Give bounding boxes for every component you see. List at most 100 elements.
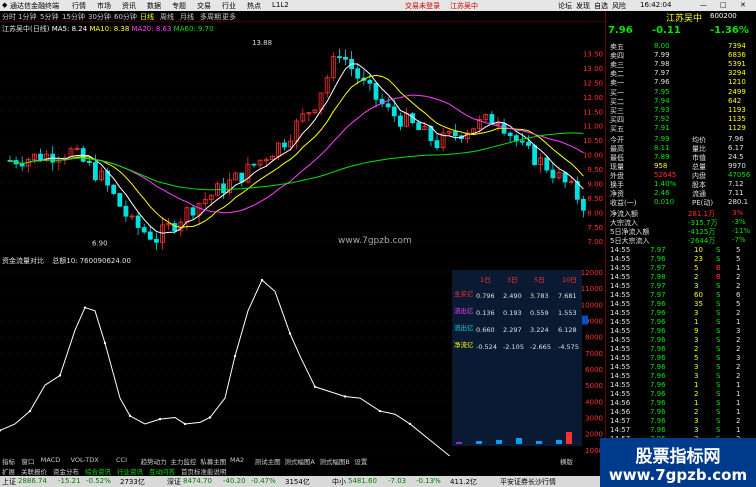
tick-row[interactable]: 14:55 7.96 2 S 1 bbox=[606, 390, 756, 399]
period-30min[interactable]: 30分钟 bbox=[88, 12, 111, 22]
tick-row[interactable]: 14:55 7.96 23 S 5 bbox=[606, 255, 756, 264]
tick-row[interactable]: 14:55 7.96 3 S 2 bbox=[606, 336, 756, 345]
period-60min[interactable]: 60分钟 bbox=[114, 12, 137, 22]
stat-row[interactable]: 最高 8.11 量比 6.17 bbox=[606, 144, 756, 153]
link-luntan[interactable]: 论坛 bbox=[558, 1, 572, 11]
menu-redian[interactable]: 热点 bbox=[247, 1, 261, 11]
tick-row[interactable]: 14:55 7.96 3 S 2 bbox=[606, 363, 756, 372]
bid-row[interactable]: 买四 7.92 1135 bbox=[606, 115, 756, 124]
stat-row[interactable]: 今开 7.99 均价 7.96 bbox=[606, 135, 756, 144]
stat-row-cell-1: 7.89 bbox=[654, 153, 670, 161]
flow-row[interactable]: 5日大宗流入 -2644万 -7% bbox=[606, 236, 756, 245]
extension-tab-4[interactable]: 行业资讯 bbox=[117, 466, 143, 476]
extension-tab-1[interactable]: 关联报价 bbox=[21, 466, 47, 476]
candle-body bbox=[111, 184, 117, 194]
ma10-line bbox=[9, 74, 584, 228]
indicator-tab-4[interactable]: CCI bbox=[116, 456, 127, 464]
period-day[interactable]: 日线 bbox=[140, 12, 154, 22]
minimize-icon[interactable]: — bbox=[700, 1, 707, 9]
stat-row[interactable]: 净资 2.46 流通 7.11 bbox=[606, 189, 756, 198]
tick-row[interactable]: 14:55 7.96 3 S 2 bbox=[606, 309, 756, 318]
tick-row[interactable]: 14:57 7.96 3 S 1 bbox=[606, 426, 756, 435]
link-faxian[interactable]: 发现 bbox=[576, 1, 590, 11]
trade-status[interactable]: 交易未登录 bbox=[405, 1, 440, 11]
menu-zhuanti[interactable]: 专题 bbox=[172, 1, 186, 11]
bid-row[interactable]: 买一 7.95 2499 bbox=[606, 88, 756, 97]
maximize-icon[interactable]: □ bbox=[720, 1, 727, 9]
tick-row[interactable]: 14:55 7.97 3 S 2 bbox=[606, 282, 756, 291]
menu-zixun[interactable]: 资讯 bbox=[122, 1, 136, 11]
tick-row[interactable]: 14:55 7.96 2 S 2 bbox=[606, 345, 756, 354]
menu-hangqing[interactable]: 行情 bbox=[72, 1, 86, 11]
ask-row[interactable]: 卖二 7.97 3294 bbox=[606, 69, 756, 78]
menu-jiaoyi[interactable]: 交易 bbox=[197, 1, 211, 11]
tick-row[interactable]: 14:55 7.96 3 S 2 bbox=[606, 372, 756, 381]
tick-row[interactable]: 14:55 7.97 60 S 6 bbox=[606, 291, 756, 300]
period-5min[interactable]: 5分钟 bbox=[40, 12, 58, 22]
period-week[interactable]: 周线 bbox=[160, 12, 174, 22]
extension-tab-2[interactable]: 资金分布 bbox=[53, 466, 79, 476]
stat-row[interactable]: 收益(一) 0.010 PE(动) 280.1 bbox=[606, 198, 756, 207]
tick-row[interactable]: 14:55 7.97 5 B 1 bbox=[606, 264, 756, 273]
period-month[interactable]: 月线 bbox=[180, 12, 194, 22]
kline-chart[interactable]: 江苏吴中(日线) MA5: 8.24 MA10: 8.38 MA20: 8.63… bbox=[0, 22, 605, 254]
link-zixuan[interactable]: 自选 bbox=[594, 1, 608, 11]
tick-row[interactable]: 14:55 7.96 35 S 5 bbox=[606, 300, 756, 309]
indicator-tab-3[interactable]: VOL-TDX bbox=[71, 456, 99, 464]
tick-row-cell-1: 7.96 bbox=[650, 327, 666, 335]
stat-row[interactable]: 现量 958 总量 9970 bbox=[606, 162, 756, 171]
tick-row[interactable]: 14:55 7.96 5 S 3 bbox=[606, 354, 756, 363]
extension-tab-0[interactable]: 扩展 bbox=[2, 466, 15, 476]
menu-shuju[interactable]: 数据 bbox=[147, 1, 161, 11]
link-fengxian[interactable]: 风险 bbox=[612, 1, 626, 11]
close-icon[interactable]: ✕ bbox=[740, 1, 746, 9]
tick-row[interactable]: 14:55 7.96 1 S 1 bbox=[606, 381, 756, 390]
ask-row[interactable]: 卖三 7.98 5391 bbox=[606, 60, 756, 69]
index-name-1[interactable]: 深证 bbox=[167, 477, 181, 487]
index-name-2[interactable]: 中小 bbox=[332, 477, 346, 487]
bid-row[interactable]: 买五 7.91 1129 bbox=[606, 124, 756, 133]
period-fenshi[interactable]: 分时 bbox=[2, 12, 16, 22]
tick-row[interactable]: 14:55 7.96 1 S 1 bbox=[606, 318, 756, 327]
extension-tab-3[interactable]: 综合资讯 bbox=[85, 466, 111, 476]
tick-row-cell-0: 14:55 bbox=[610, 354, 631, 362]
flow-row-cell-0: 5日大宗流入 bbox=[610, 237, 650, 245]
ask-row[interactable]: 卖四 7.99 6836 bbox=[606, 51, 756, 60]
sub-yaxis-label: 3000 bbox=[585, 415, 603, 423]
tick-row[interactable]: 14:55 7.96 9 S 3 bbox=[606, 327, 756, 336]
period-1min[interactable]: 1分钟 bbox=[18, 12, 36, 22]
period-multi[interactable]: 多周期 bbox=[200, 12, 221, 22]
tick-row[interactable]: 14:56 7.96 1 S 1 bbox=[606, 399, 756, 408]
menu-shichang[interactable]: 市场 bbox=[97, 1, 111, 11]
menu-hangye[interactable]: 行业 bbox=[222, 1, 236, 11]
tick-row[interactable]: 14:55 7.97 10 S 5 bbox=[606, 246, 756, 255]
tick-row-cell-0: 14:55 bbox=[610, 309, 631, 317]
flow-point bbox=[208, 416, 212, 419]
indicator-tab-2[interactable]: MACD bbox=[41, 456, 60, 464]
flow-row[interactable]: 净流入额 281.1万 3% bbox=[606, 209, 756, 218]
flow-row[interactable]: 大宗流入 -315.7万 -3% bbox=[606, 218, 756, 227]
ask-row[interactable]: 卖一 7.96 1210 bbox=[606, 78, 756, 87]
ask-row[interactable]: 卖五 8.00 7394 bbox=[606, 42, 756, 51]
tick-row-cell-4: 2 bbox=[736, 273, 741, 281]
indicator-tab-8[interactable]: MA2 bbox=[230, 456, 244, 464]
tick-row[interactable]: 14:55 7.98 2 B 2 bbox=[606, 273, 756, 282]
stat-row[interactable]: 外盘 52645 内盘 47056 bbox=[606, 171, 756, 180]
tick-row-cell-3: S bbox=[716, 309, 721, 317]
stat-row[interactable]: 最低 7.89 市值 24.5 bbox=[606, 153, 756, 162]
index-name-0[interactable]: 上证 bbox=[2, 477, 16, 487]
bid-row[interactable]: 买三 7.93 1193 bbox=[606, 106, 756, 115]
period-15min[interactable]: 15分钟 bbox=[62, 12, 85, 22]
tick-row[interactable]: 14:57 7.96 3 S 2 bbox=[606, 417, 756, 426]
flow-row[interactable]: 5日净流入额 -4125万 -11% bbox=[606, 227, 756, 236]
period-more[interactable]: 更多 bbox=[222, 12, 236, 22]
bid-row[interactable]: 买二 7.94 642 bbox=[606, 97, 756, 106]
stat-row[interactable]: 换手 1.40% 股本 7.12 bbox=[606, 180, 756, 189]
menu-l1l2[interactable]: L1L2 bbox=[272, 1, 289, 9]
tick-row-cell-4: 2 bbox=[736, 336, 741, 344]
tick-row-cell-4: 2 bbox=[736, 309, 741, 317]
tick-row[interactable]: 14:56 7.96 2 S 1 bbox=[606, 408, 756, 417]
tick-row-cell-4: 5 bbox=[736, 300, 741, 308]
extension-tab-5[interactable]: 互动问答 bbox=[149, 466, 175, 476]
extension-tab-6[interactable]: 首页标准能说明 bbox=[181, 466, 227, 476]
